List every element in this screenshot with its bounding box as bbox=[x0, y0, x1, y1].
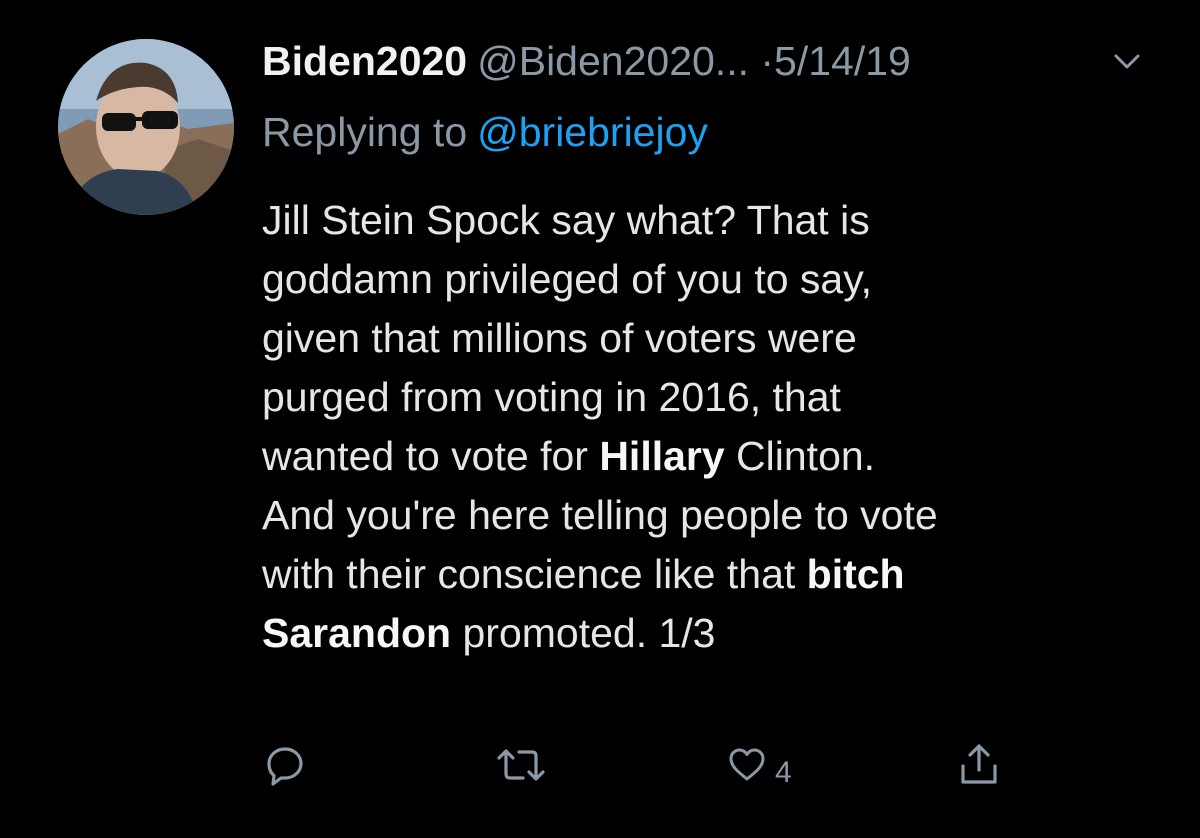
user-handle[interactable]: @Biden2020... bbox=[477, 38, 749, 84]
replying-to-label: Replying to bbox=[262, 109, 468, 155]
display-name[interactable]: Biden2020 bbox=[262, 38, 467, 84]
tweet-text-line: Jill Stein Spock say what? That is bbox=[262, 191, 1162, 250]
tweet-text-line: Sarandon promoted. 1/3 bbox=[262, 604, 1162, 663]
reply-handle-link[interactable]: @briebriejoy bbox=[477, 109, 708, 155]
tweet-text-segment: goddamn privileged of you to say, bbox=[262, 256, 873, 302]
tweet-text-segment: Clinton. bbox=[724, 433, 876, 479]
share-button[interactable] bbox=[957, 740, 1001, 790]
tweet-text-bold: Sarandon bbox=[262, 610, 452, 656]
tweet-text-segment: Jill Stein Spock say what? That is bbox=[262, 197, 870, 243]
tweet-text-line: given that millions of voters were bbox=[262, 309, 1162, 368]
reply-button[interactable] bbox=[262, 740, 308, 790]
timestamp[interactable]: 5/14/19 bbox=[774, 38, 911, 84]
tweet-text: Jill Stein Spock say what? That is goddam… bbox=[262, 191, 1162, 663]
tweet-text-line: wanted to vote for Hillary Clinton. bbox=[262, 427, 1162, 486]
tweet-text-line: And you're here telling people to vote bbox=[262, 486, 1162, 545]
tweet-text-line: goddamn privileged of you to say, bbox=[262, 250, 1162, 309]
action-bar: 4 bbox=[262, 740, 1022, 790]
tweet-text-segment: promoted. 1/3 bbox=[451, 610, 716, 656]
retweet-icon bbox=[497, 749, 545, 781]
tweet-text-line: with their conscience like that bitch bbox=[262, 545, 1162, 604]
chevron-down-icon[interactable] bbox=[1112, 52, 1142, 72]
tweet-text-segment: with their conscience like that bbox=[262, 551, 807, 597]
tweet-text-segment: And you're here telling people to vote bbox=[262, 492, 938, 538]
separator-dot: · bbox=[760, 38, 775, 84]
tweet-text-segment: purged from voting in 2016, that bbox=[262, 374, 841, 420]
tweet-text-bold: Hillary bbox=[599, 433, 725, 479]
tweet-text-segment: given that millions of voters were bbox=[262, 315, 857, 361]
reply-icon bbox=[267, 747, 303, 786]
share-icon bbox=[961, 744, 997, 784]
avatar[interactable] bbox=[58, 39, 234, 215]
like-button[interactable]: 4 bbox=[727, 740, 792, 790]
heart-icon bbox=[729, 748, 765, 781]
tweet[interactable]: Biden2020 @Biden2020... ·5/14/19 Replying… bbox=[0, 0, 1200, 838]
like-count: 4 bbox=[775, 756, 792, 789]
avatar-photo bbox=[58, 39, 234, 215]
tweet-text-line: purged from voting in 2016, that bbox=[262, 368, 1162, 427]
tweet-text-segment: wanted to vote for bbox=[262, 433, 600, 479]
tweet-text-bold: bitch bbox=[806, 551, 905, 597]
retweet-button[interactable] bbox=[495, 740, 547, 790]
tweet-header: Biden2020 @Biden2020... ·5/14/19 bbox=[262, 36, 1162, 86]
replying-to: Replying to @briebriejoy bbox=[262, 107, 708, 157]
